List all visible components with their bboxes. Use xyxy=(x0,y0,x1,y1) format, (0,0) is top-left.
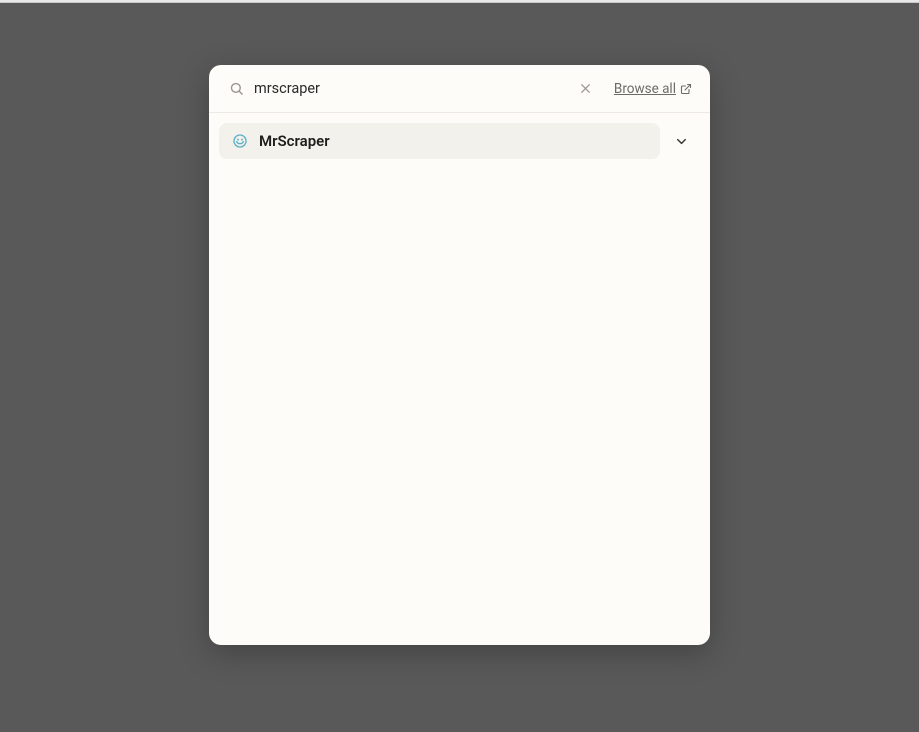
browse-all-label: Browse all xyxy=(614,81,676,97)
window-top-edge xyxy=(0,0,919,5)
search-icon xyxy=(229,81,244,96)
result-item-mrscraper[interactable]: MrScraper xyxy=(219,123,660,159)
search-header-row: Browse all xyxy=(209,65,710,113)
browse-all-link[interactable]: Browse all xyxy=(614,81,692,97)
expand-result-button[interactable] xyxy=(668,128,694,154)
app-icon xyxy=(231,132,249,150)
result-label: MrScraper xyxy=(259,132,330,150)
external-link-icon xyxy=(680,83,692,95)
results-list: MrScraper xyxy=(209,113,710,645)
search-modal: Browse all xyxy=(209,65,710,645)
search-input[interactable] xyxy=(254,80,567,97)
clear-search-button[interactable] xyxy=(577,80,594,97)
result-row: MrScraper xyxy=(219,123,700,159)
